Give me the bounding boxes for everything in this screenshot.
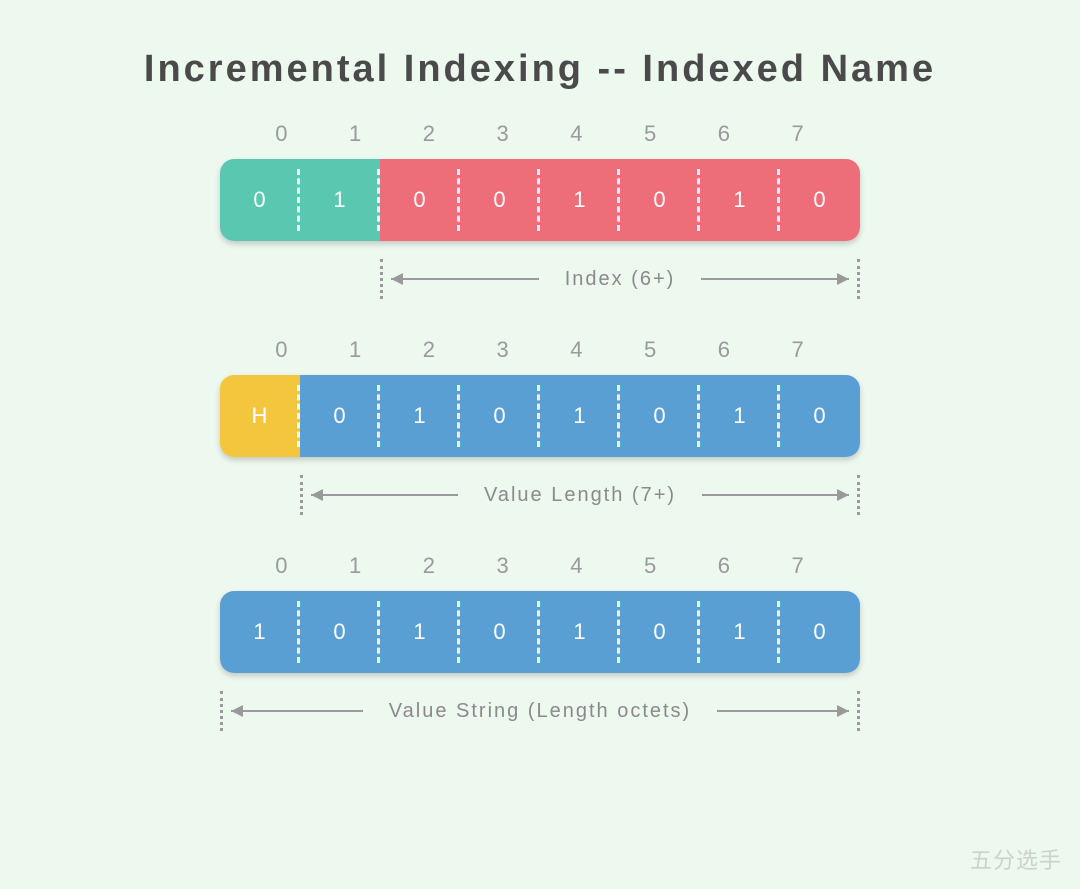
bit-header: 7: [761, 553, 835, 579]
bit-header: 2: [393, 337, 467, 363]
bit-cell: 0: [220, 159, 300, 241]
bit-header-row: 01234567: [220, 553, 860, 579]
arrow-right-icon: [701, 278, 849, 280]
byte-row: 01234567H0101010Value Length (7+): [220, 337, 860, 535]
range-edge-right: [857, 691, 860, 731]
bit-header: 1: [319, 121, 393, 147]
range-annotation: Value String (Length octets): [220, 691, 860, 751]
bit-cell: 1: [700, 159, 780, 241]
bit-header: 0: [245, 121, 319, 147]
bit-header: 0: [245, 553, 319, 579]
bit-header: 4: [540, 121, 614, 147]
range-label: Value Length (7+): [466, 484, 694, 507]
range-edge-left: [300, 475, 303, 515]
bit-cell: 0: [620, 159, 700, 241]
diagram-title: Incremental Indexing -- Indexed Name: [0, 0, 1080, 121]
bit-header: 6: [688, 553, 762, 579]
bit-cell: 1: [540, 375, 620, 457]
bit-header: 3: [466, 337, 540, 363]
bit-header: 4: [540, 337, 614, 363]
bit-header: 0: [245, 337, 319, 363]
rows-container: 0123456701001010Index (6+)01234567H01010…: [0, 121, 1080, 751]
bit-cell: 1: [300, 159, 380, 241]
range-label: Value String (Length octets): [371, 700, 709, 723]
bit-cell: 0: [460, 159, 540, 241]
range-edge-right: [857, 259, 860, 299]
range-edge-left: [380, 259, 383, 299]
arrow-left-icon: [391, 278, 539, 280]
watermark: 五分选手: [970, 843, 1062, 875]
range-edge-right: [857, 475, 860, 515]
range-annotation: Value Length (7+): [220, 475, 860, 535]
byte-bar: 01001010: [220, 159, 860, 241]
byte-bar: H0101010: [220, 375, 860, 457]
bit-header: 5: [614, 337, 688, 363]
bit-cell: 1: [540, 591, 620, 673]
bit-header: 6: [688, 121, 762, 147]
bit-cell: 1: [700, 375, 780, 457]
arrow-right-icon: [717, 710, 849, 712]
bit-cell: 1: [380, 375, 460, 457]
byte-row: 0123456701001010Index (6+): [220, 121, 860, 319]
bit-cell: 0: [380, 159, 460, 241]
byte-bar: 10101010: [220, 591, 860, 673]
byte-row: 0123456710101010Value String (Length oct…: [220, 553, 860, 751]
bit-cell: 0: [780, 159, 860, 241]
bit-header-row: 01234567: [220, 121, 860, 147]
range-label: Index (6+): [547, 268, 694, 291]
bit-cell: 1: [700, 591, 780, 673]
bit-cell: 0: [300, 375, 380, 457]
range-edge-left: [220, 691, 223, 731]
bit-cell: 0: [300, 591, 380, 673]
bit-cell: 0: [780, 591, 860, 673]
bit-header: 1: [319, 553, 393, 579]
bit-header: 5: [614, 121, 688, 147]
bit-cell: 0: [620, 591, 700, 673]
arrow-right-icon: [702, 494, 849, 496]
range-annotation: Index (6+): [220, 259, 860, 319]
bit-cell: 0: [460, 375, 540, 457]
bit-header: 3: [466, 121, 540, 147]
bit-header: 4: [540, 553, 614, 579]
arrow-left-icon: [311, 494, 458, 496]
bit-cell: 1: [540, 159, 620, 241]
bit-header: 5: [614, 553, 688, 579]
bit-cell: H: [220, 375, 300, 457]
bit-header: 2: [393, 553, 467, 579]
bit-cell: 0: [460, 591, 540, 673]
arrow-left-icon: [231, 710, 363, 712]
bit-header: 2: [393, 121, 467, 147]
bit-header: 7: [761, 121, 835, 147]
bit-header: 6: [688, 337, 762, 363]
bit-cell: 0: [780, 375, 860, 457]
bit-header: 7: [761, 337, 835, 363]
bit-header-row: 01234567: [220, 337, 860, 363]
bit-header: 3: [466, 553, 540, 579]
bit-header: 1: [319, 337, 393, 363]
bit-cell: 0: [620, 375, 700, 457]
bit-cell: 1: [220, 591, 300, 673]
bit-cell: 1: [380, 591, 460, 673]
